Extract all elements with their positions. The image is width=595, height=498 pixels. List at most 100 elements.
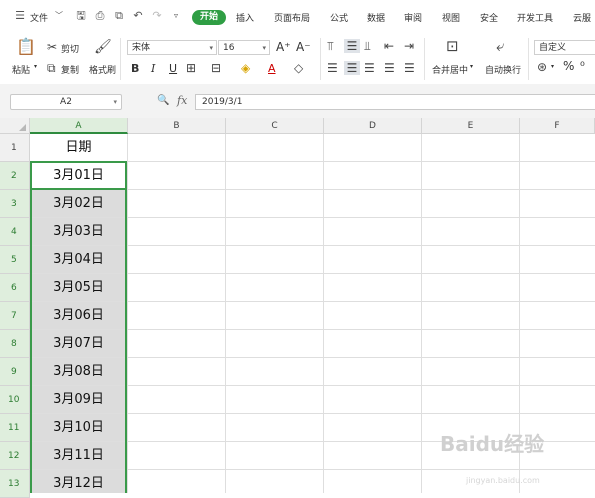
row-header-12[interactable]: 12 [0,442,30,470]
merge-center-button[interactable]: 合并居中 [432,63,468,76]
cell-a9[interactable]: 3月08日 [30,358,127,385]
tab-data[interactable]: 数据 [367,11,385,24]
percent-icon[interactable]: % [563,59,574,73]
quick-access-more-icon[interactable]: ▿ [170,10,182,22]
cell-a11[interactable]: 3月10日 [30,414,127,441]
column-header-f[interactable]: F [520,118,595,134]
cell-a13[interactable]: 3月12日 [30,470,127,493]
justify-icon[interactable]: ☰ [384,61,395,75]
comma-style-icon[interactable]: ⁰ [580,59,585,73]
italic-icon[interactable]: I [151,62,155,75]
row-header-5[interactable]: 5 [0,246,30,274]
tab-formulas[interactable]: 公式 [330,11,348,24]
cut-button[interactable]: 剪切 [61,42,79,55]
paste-button[interactable]: 粘贴 [12,63,30,76]
borders-icon[interactable]: ⊞ [186,61,196,75]
tab-view[interactable]: 视图 [442,11,460,24]
column-header-e[interactable]: E [422,118,520,134]
tab-insert[interactable]: 插入 [236,11,254,24]
cell-a3[interactable]: 3月02日 [30,190,127,217]
row-header-9[interactable]: 9 [0,358,30,386]
copy-button[interactable]: 复制 [61,63,79,76]
cell-a1[interactable]: 日期 [30,134,127,161]
wrap-text-button[interactable]: 自动换行 [485,63,521,76]
indent-right-icon[interactable]: ⇥ [404,39,414,53]
underline-icon[interactable]: U [169,62,177,75]
file-menu[interactable]: 文件 [30,11,48,24]
cell-a10[interactable]: 3月09日 [30,386,127,413]
currency-dropdown-icon[interactable]: ▾ [551,63,554,70]
font-size-value: 16 [223,43,235,53]
formula-input[interactable]: 2019/3/1 [195,94,595,110]
tab-cloud[interactable]: 云服 [573,11,591,24]
row-header-3[interactable]: 3 [0,190,30,218]
cell-a4[interactable]: 3月03日 [30,218,127,245]
align-bottom-icon[interactable]: ⫫ [364,39,371,53]
increase-font-icon[interactable]: A⁺ [276,40,291,54]
cut-icon[interactable]: ✂ [47,40,57,54]
column-header-b[interactable]: B [128,118,226,134]
paste-icon[interactable]: 📋 [16,39,36,55]
tab-review[interactable]: 审阅 [404,11,422,24]
font-size-select[interactable]: 16 ▾ [218,40,270,55]
tab-page-layout[interactable]: 页面布局 [274,11,310,24]
row-header-8[interactable]: 8 [0,330,30,358]
column-header-d[interactable]: D [324,118,422,134]
cell-a7[interactable]: 3月06日 [30,302,127,329]
save-icon[interactable]: 🖫 [75,10,87,22]
copy-icon[interactable]: ⧉ [47,61,56,75]
name-box-caret-icon[interactable]: ▾ [113,95,117,109]
hamburger-menu-icon[interactable]: ☰ [14,10,26,22]
paste-dropdown-icon[interactable]: ▾ [34,63,37,70]
tab-security[interactable]: 安全 [480,11,498,24]
cell-a12[interactable]: 3月11日 [30,442,127,469]
clear-format-icon[interactable]: ◇ [294,61,303,75]
align-middle-icon[interactable]: ☰ [344,39,360,53]
indent-left-icon[interactable]: ⇤ [384,39,394,53]
ribbon-divider [320,38,321,80]
cell-a5[interactable]: 3月04日 [30,246,127,273]
cell-a6[interactable]: 3月05日 [30,274,127,301]
format-painter-icon[interactable]: 🖌 [94,40,112,54]
wrap-text-icon[interactable]: ⤶ [496,39,504,54]
row-header-11[interactable]: 11 [0,414,30,442]
row-header-2[interactable]: 2 [0,162,30,190]
row-header-1[interactable]: 1 [0,134,30,162]
cell-a8[interactable]: 3月07日 [30,330,127,357]
column-header-c[interactable]: C [226,118,324,134]
row-header-10[interactable]: 10 [0,386,30,414]
format-painter-button[interactable]: 格式刷 [89,63,116,76]
currency-icon[interactable]: ⊛ [537,60,547,74]
row-header-4[interactable]: 4 [0,218,30,246]
row-header-13[interactable]: 13 [0,470,30,498]
zoom-search-icon[interactable]: 🔍 [157,95,169,106]
distributed-icon[interactable]: ☰ [404,61,415,75]
align-center-icon[interactable]: ☰ [344,61,360,75]
tab-home[interactable]: 开始 [192,10,226,25]
redo-icon[interactable]: ↷ [151,10,163,22]
font-color-icon[interactable]: A [268,62,276,75]
merge-dropdown-icon[interactable]: ▾ [470,63,473,70]
print-icon[interactable]: ⎙ [94,10,106,22]
align-right-icon[interactable]: ☰ [364,61,375,75]
undo-icon[interactable]: ↶ [132,10,144,22]
row-header-6[interactable]: 6 [0,274,30,302]
number-format-select[interactable]: 自定义 [534,40,595,55]
file-menu-chevron-icon[interactable]: ﹀ [53,10,65,22]
align-left-icon[interactable]: ☰ [327,61,338,75]
merge-center-icon[interactable]: ⊡ [446,39,459,54]
decrease-font-icon[interactable]: A⁻ [296,40,311,54]
cell-style-icon[interactable]: ⊟ [211,61,221,75]
fill-color-icon[interactable]: ◈ [241,61,250,75]
row-header-7[interactable]: 7 [0,302,30,330]
insert-function-button[interactable]: fx [177,94,187,107]
tab-developer[interactable]: 开发工具 [517,11,553,24]
print-preview-icon[interactable]: ⧉ [113,10,125,22]
column-header-a[interactable]: A [30,118,128,134]
select-all-corner[interactable] [0,118,30,134]
cell-a2[interactable]: 3月01日 [30,162,127,189]
name-box[interactable]: A2 ▾ [10,94,122,110]
bold-icon[interactable]: B [131,62,139,75]
font-name-select[interactable]: 宋体 ▾ [127,40,217,55]
align-top-icon[interactable]: ⫪ [327,39,334,53]
